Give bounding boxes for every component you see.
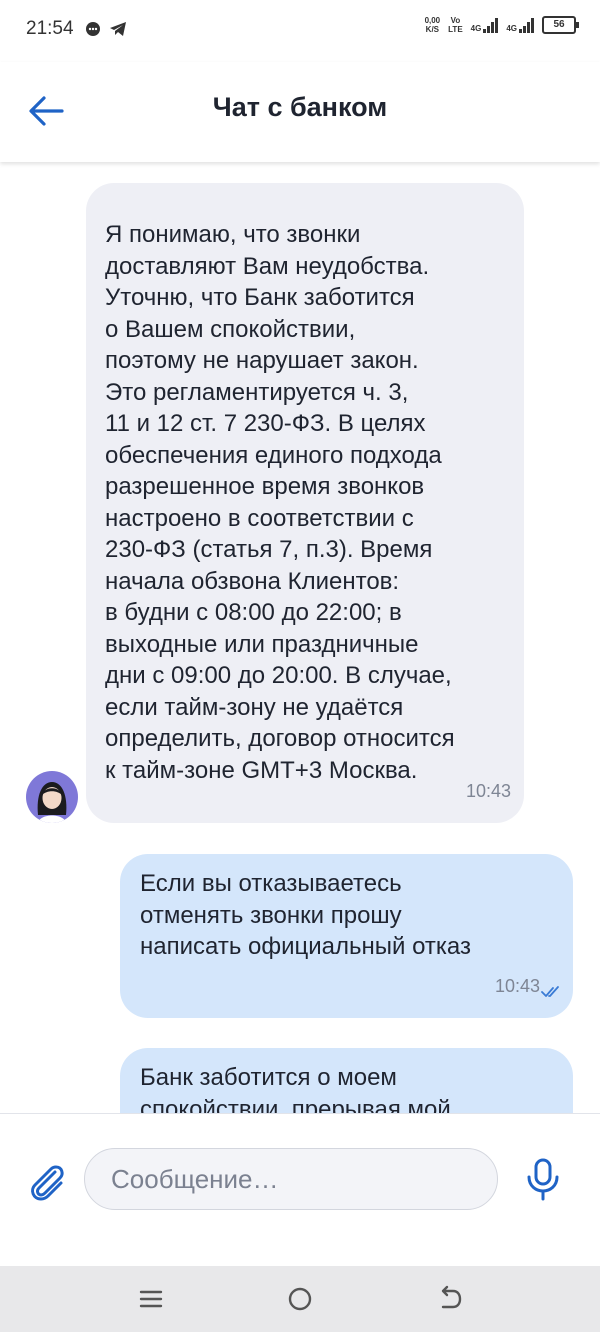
status-right-icons: 0,00 K/S Vo LTE 4G 4G 56	[424, 16, 579, 34]
return-icon[interactable]	[435, 1284, 465, 1314]
operator-avatar	[26, 771, 78, 823]
signal-2: 4G	[506, 17, 534, 33]
telegram-icon	[110, 22, 126, 36]
network-speed: 0,00 K/S	[424, 16, 441, 34]
message-time: 10:43	[465, 780, 511, 801]
volte-indicator: Vo LTE	[448, 16, 463, 34]
message-text: Я понимаю, что звонки доставляют Вам неу…	[105, 221, 455, 784]
message-composer	[0, 1113, 600, 1267]
avatar-icon	[37, 782, 67, 823]
status-time: 21:54	[26, 18, 74, 39]
menu-icon[interactable]	[136, 1284, 166, 1314]
message-input[interactable]	[109, 1149, 483, 1209]
paperclip-icon[interactable]	[24, 1158, 70, 1204]
read-checkmark-icon	[541, 986, 559, 997]
outgoing-message[interactable]: Если вы отказываетесь отменять звонки пр…	[120, 854, 573, 1018]
signal-bars-icon	[519, 17, 534, 33]
home-circle-icon[interactable]	[285, 1284, 315, 1314]
message-text: Если вы отказываетесь отменять звонки пр…	[140, 870, 471, 960]
signal-1: 4G	[471, 17, 499, 33]
outgoing-message[interactable]: Банк заботится о моем спокойствии, преры…	[120, 1048, 573, 1113]
signal-bars-icon	[483, 17, 499, 33]
message-text: Банк заботится о моем спокойствии, преры…	[140, 1064, 451, 1113]
incoming-message[interactable]: Я понимаю, что звонки доставляют Вам неу…	[86, 183, 524, 823]
chat-notification-icon	[86, 22, 100, 36]
chat-area[interactable]: Я понимаю, что звонки доставляют Вам неу…	[0, 163, 600, 1113]
notification-icons	[85, 21, 127, 37]
system-nav-bar	[0, 1266, 600, 1332]
message-time: 10:43	[494, 975, 540, 996]
app-header: Чат с банком	[0, 62, 600, 162]
status-bar: 21:54 0,00 K/S Vo LTE 4G 4G 56	[0, 0, 600, 62]
microphone-icon[interactable]	[518, 1154, 568, 1204]
battery-icon: 56	[542, 16, 579, 34]
page-title: Чат с банком	[212, 92, 388, 122]
message-field[interactable]	[84, 1148, 498, 1210]
